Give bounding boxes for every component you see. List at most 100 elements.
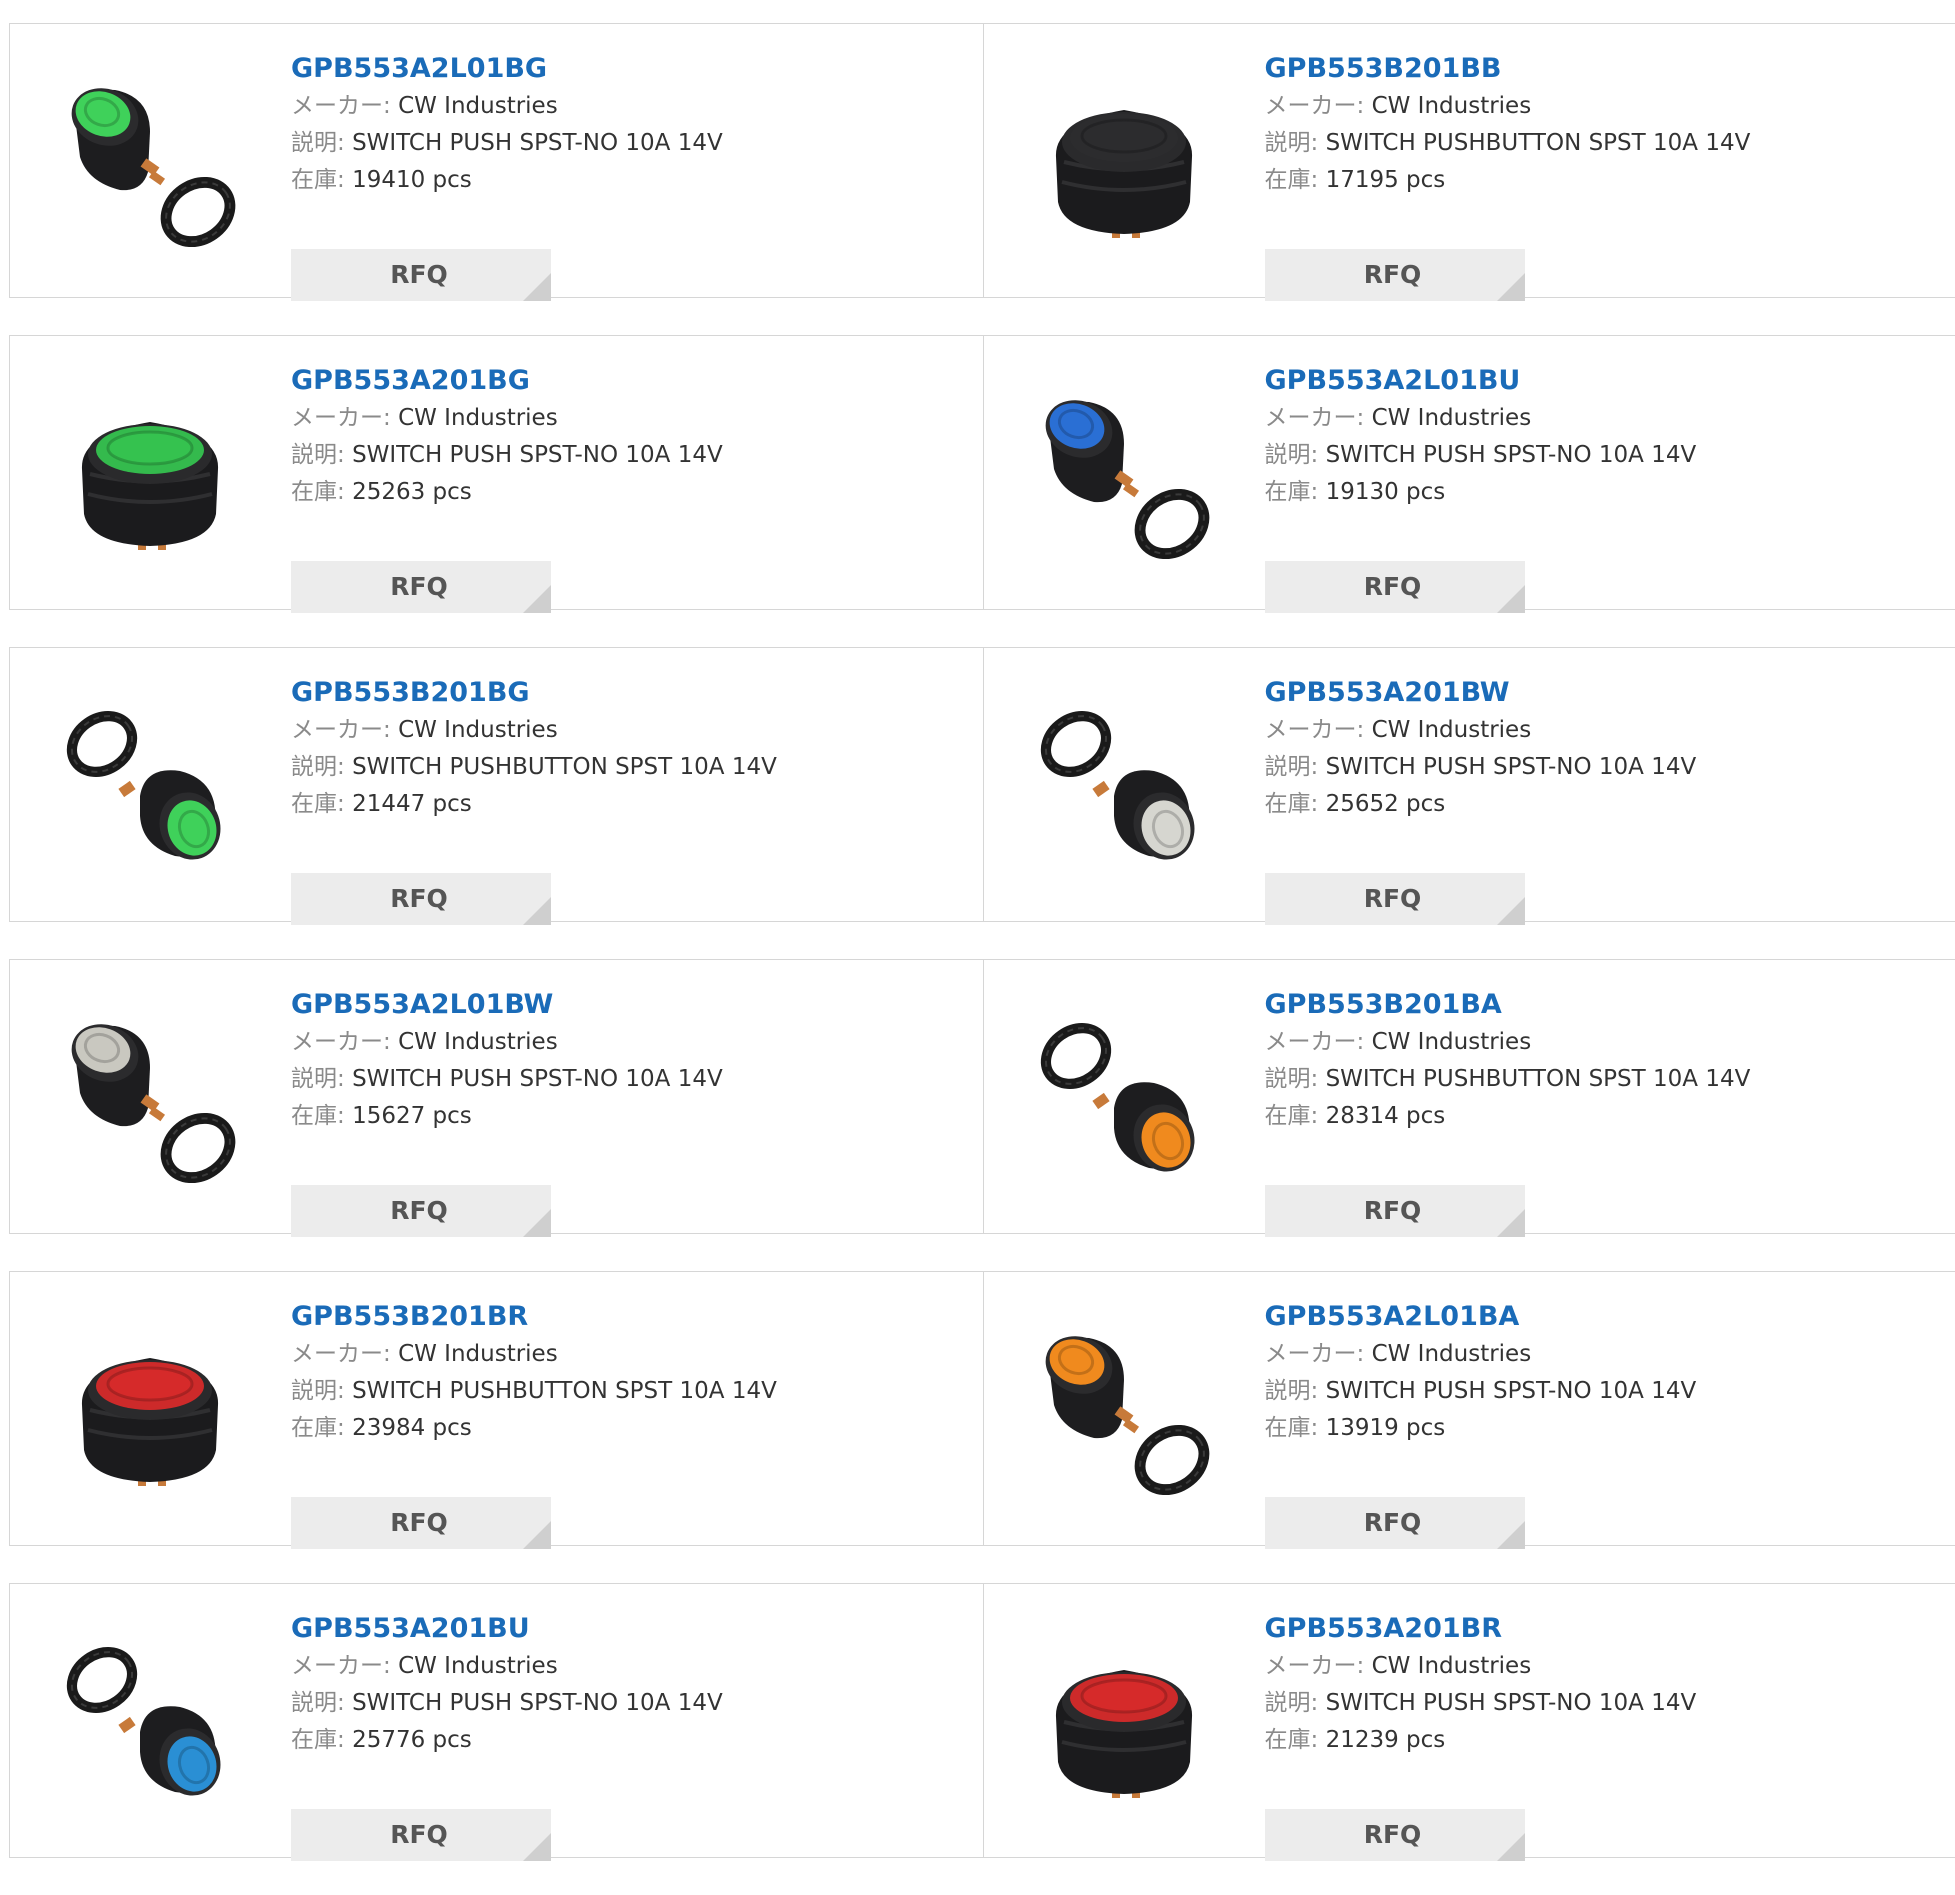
product-image[interactable] bbox=[50, 998, 250, 1198]
rfq-button[interactable]: RFQ bbox=[1265, 873, 1525, 925]
rfq-button[interactable]: RFQ bbox=[1265, 249, 1525, 301]
stock-line: 在庫: 15627 pcs bbox=[291, 1098, 941, 1135]
part-number-link[interactable]: GPB553A201BG bbox=[291, 362, 941, 400]
description-line: 説明: SWITCH PUSH SPST-NO 10A 14V bbox=[291, 1685, 941, 1722]
description-label: 説明: bbox=[291, 1066, 345, 1092]
product-card: GPB553B201BB メーカー: CW Industries 説明: SWI… bbox=[983, 24, 1955, 297]
description-label: 説明: bbox=[1265, 442, 1319, 468]
maker-label: メーカー: bbox=[1265, 405, 1365, 431]
rfq-label: RFQ bbox=[390, 1508, 448, 1537]
description-label: 説明: bbox=[1265, 130, 1319, 156]
stock-label: 在庫: bbox=[291, 1727, 345, 1753]
maker-value: CW Industries bbox=[1372, 93, 1532, 119]
part-number-link[interactable]: GPB553A2L01BA bbox=[1265, 1298, 1915, 1336]
description-line: 説明: SWITCH PUSH SPST-NO 10A 14V bbox=[291, 437, 941, 474]
product-image[interactable] bbox=[1024, 686, 1224, 886]
switch-image bbox=[1024, 62, 1224, 262]
rfq-button[interactable]: RFQ bbox=[291, 1809, 551, 1861]
rfq-label: RFQ bbox=[1364, 1508, 1422, 1537]
rfq-button[interactable]: RFQ bbox=[1265, 1185, 1525, 1237]
rfq-button[interactable]: RFQ bbox=[291, 1185, 551, 1237]
description-value: SWITCH PUSH SPST-NO 10A 14V bbox=[352, 130, 723, 156]
stock-label: 在庫: bbox=[1265, 791, 1319, 817]
description-label: 説明: bbox=[291, 754, 345, 780]
stock-label: 在庫: bbox=[1265, 1727, 1319, 1753]
rfq-button[interactable]: RFQ bbox=[1265, 561, 1525, 613]
product-image[interactable] bbox=[50, 374, 250, 574]
product-info: GPB553B201BB メーカー: CW Industries 説明: SWI… bbox=[1265, 50, 1915, 199]
product-card: GPB553A2L01BA メーカー: CW Industries 説明: SW… bbox=[983, 1272, 1955, 1545]
product-row: GPB553B201BR メーカー: CW Industries 説明: SWI… bbox=[9, 1271, 1955, 1546]
rfq-label: RFQ bbox=[390, 1820, 448, 1849]
description-value: SWITCH PUSHBUTTON SPST 10A 14V bbox=[352, 1378, 777, 1404]
maker-line: メーカー: CW Industries bbox=[291, 88, 941, 125]
switch-image bbox=[50, 1310, 250, 1510]
maker-label: メーカー: bbox=[1265, 717, 1365, 743]
description-value: SWITCH PUSH SPST-NO 10A 14V bbox=[352, 1066, 723, 1092]
product-card: GPB553A201BW メーカー: CW Industries 説明: SWI… bbox=[983, 648, 1955, 921]
rfq-button[interactable]: RFQ bbox=[291, 873, 551, 925]
rfq-button[interactable]: RFQ bbox=[1265, 1497, 1525, 1549]
product-card: GPB553B201BA メーカー: CW Industries 説明: SWI… bbox=[983, 960, 1955, 1233]
rfq-button[interactable]: RFQ bbox=[1265, 1809, 1525, 1861]
description-line: 説明: SWITCH PUSH SPST-NO 10A 14V bbox=[291, 1061, 941, 1098]
product-row: GPB553A201BG メーカー: CW Industries 説明: SWI… bbox=[9, 335, 1955, 610]
product-info: GPB553A201BG メーカー: CW Industries 説明: SWI… bbox=[291, 362, 941, 511]
product-image[interactable] bbox=[1024, 1622, 1224, 1822]
maker-line: メーカー: CW Industries bbox=[291, 712, 941, 749]
stock-label: 在庫: bbox=[1265, 1415, 1319, 1441]
description-value: SWITCH PUSH SPST-NO 10A 14V bbox=[352, 442, 723, 468]
switch-image bbox=[1024, 1310, 1224, 1510]
description-line: 説明: SWITCH PUSHBUTTON SPST 10A 14V bbox=[1265, 125, 1915, 162]
product-image[interactable] bbox=[1024, 62, 1224, 262]
maker-value: CW Industries bbox=[398, 1029, 558, 1055]
part-number-link[interactable]: GPB553A201BU bbox=[291, 1610, 941, 1648]
stock-line: 在庫: 13919 pcs bbox=[1265, 1410, 1915, 1447]
product-image[interactable] bbox=[1024, 374, 1224, 574]
part-number-link[interactable]: GPB553B201BG bbox=[291, 674, 941, 712]
maker-value: CW Industries bbox=[1372, 1653, 1532, 1679]
description-value: SWITCH PUSHBUTTON SPST 10A 14V bbox=[1326, 130, 1751, 156]
maker-line: メーカー: CW Industries bbox=[1265, 1024, 1915, 1061]
stock-value: 21447 pcs bbox=[352, 791, 472, 817]
product-info: GPB553A201BR メーカー: CW Industries 説明: SWI… bbox=[1265, 1610, 1915, 1759]
rfq-button[interactable]: RFQ bbox=[291, 249, 551, 301]
maker-line: メーカー: CW Industries bbox=[1265, 400, 1915, 437]
description-label: 説明: bbox=[291, 1378, 345, 1404]
part-number-link[interactable]: GPB553A201BR bbox=[1265, 1610, 1915, 1648]
stock-value: 28314 pcs bbox=[1326, 1103, 1446, 1129]
maker-value: CW Industries bbox=[398, 1341, 558, 1367]
description-label: 説明: bbox=[291, 442, 345, 468]
description-line: 説明: SWITCH PUSH SPST-NO 10A 14V bbox=[1265, 749, 1915, 786]
maker-label: メーカー: bbox=[291, 93, 391, 119]
part-number-link[interactable]: GPB553A2L01BU bbox=[1265, 362, 1915, 400]
product-image[interactable] bbox=[50, 1310, 250, 1510]
product-image[interactable] bbox=[50, 62, 250, 262]
rfq-label: RFQ bbox=[1364, 1196, 1422, 1225]
part-number-link[interactable]: GPB553A2L01BW bbox=[291, 986, 941, 1024]
rfq-button[interactable]: RFQ bbox=[291, 1497, 551, 1549]
corner-triangle-icon bbox=[1497, 585, 1525, 613]
product-image[interactable] bbox=[50, 1622, 250, 1822]
rfq-button[interactable]: RFQ bbox=[291, 561, 551, 613]
product-image[interactable] bbox=[50, 686, 250, 886]
part-number-link[interactable]: GPB553B201BR bbox=[291, 1298, 941, 1336]
part-number-link[interactable]: GPB553B201BA bbox=[1265, 986, 1915, 1024]
stock-label: 在庫: bbox=[291, 1415, 345, 1441]
part-number-link[interactable]: GPB553A201BW bbox=[1265, 674, 1915, 712]
corner-triangle-icon bbox=[523, 1521, 551, 1549]
product-info: GPB553B201BA メーカー: CW Industries 説明: SWI… bbox=[1265, 986, 1915, 1135]
part-number-link[interactable]: GPB553A2L01BG bbox=[291, 50, 941, 88]
product-image[interactable] bbox=[1024, 998, 1224, 1198]
switch-image bbox=[1024, 1622, 1224, 1822]
product-row: GPB553A201BU メーカー: CW Industries 説明: SWI… bbox=[9, 1583, 1955, 1858]
part-number-link[interactable]: GPB553B201BB bbox=[1265, 50, 1915, 88]
switch-image bbox=[50, 998, 250, 1198]
product-image[interactable] bbox=[1024, 1310, 1224, 1510]
product-info: GPB553A201BU メーカー: CW Industries 説明: SWI… bbox=[291, 1610, 941, 1759]
maker-line: メーカー: CW Industries bbox=[1265, 1336, 1915, 1373]
product-card: GPB553A201BU メーカー: CW Industries 説明: SWI… bbox=[10, 1584, 983, 1857]
product-info: GPB553A2L01BW メーカー: CW Industries 説明: SW… bbox=[291, 986, 941, 1135]
stock-label: 在庫: bbox=[291, 479, 345, 505]
stock-value: 25776 pcs bbox=[352, 1727, 472, 1753]
